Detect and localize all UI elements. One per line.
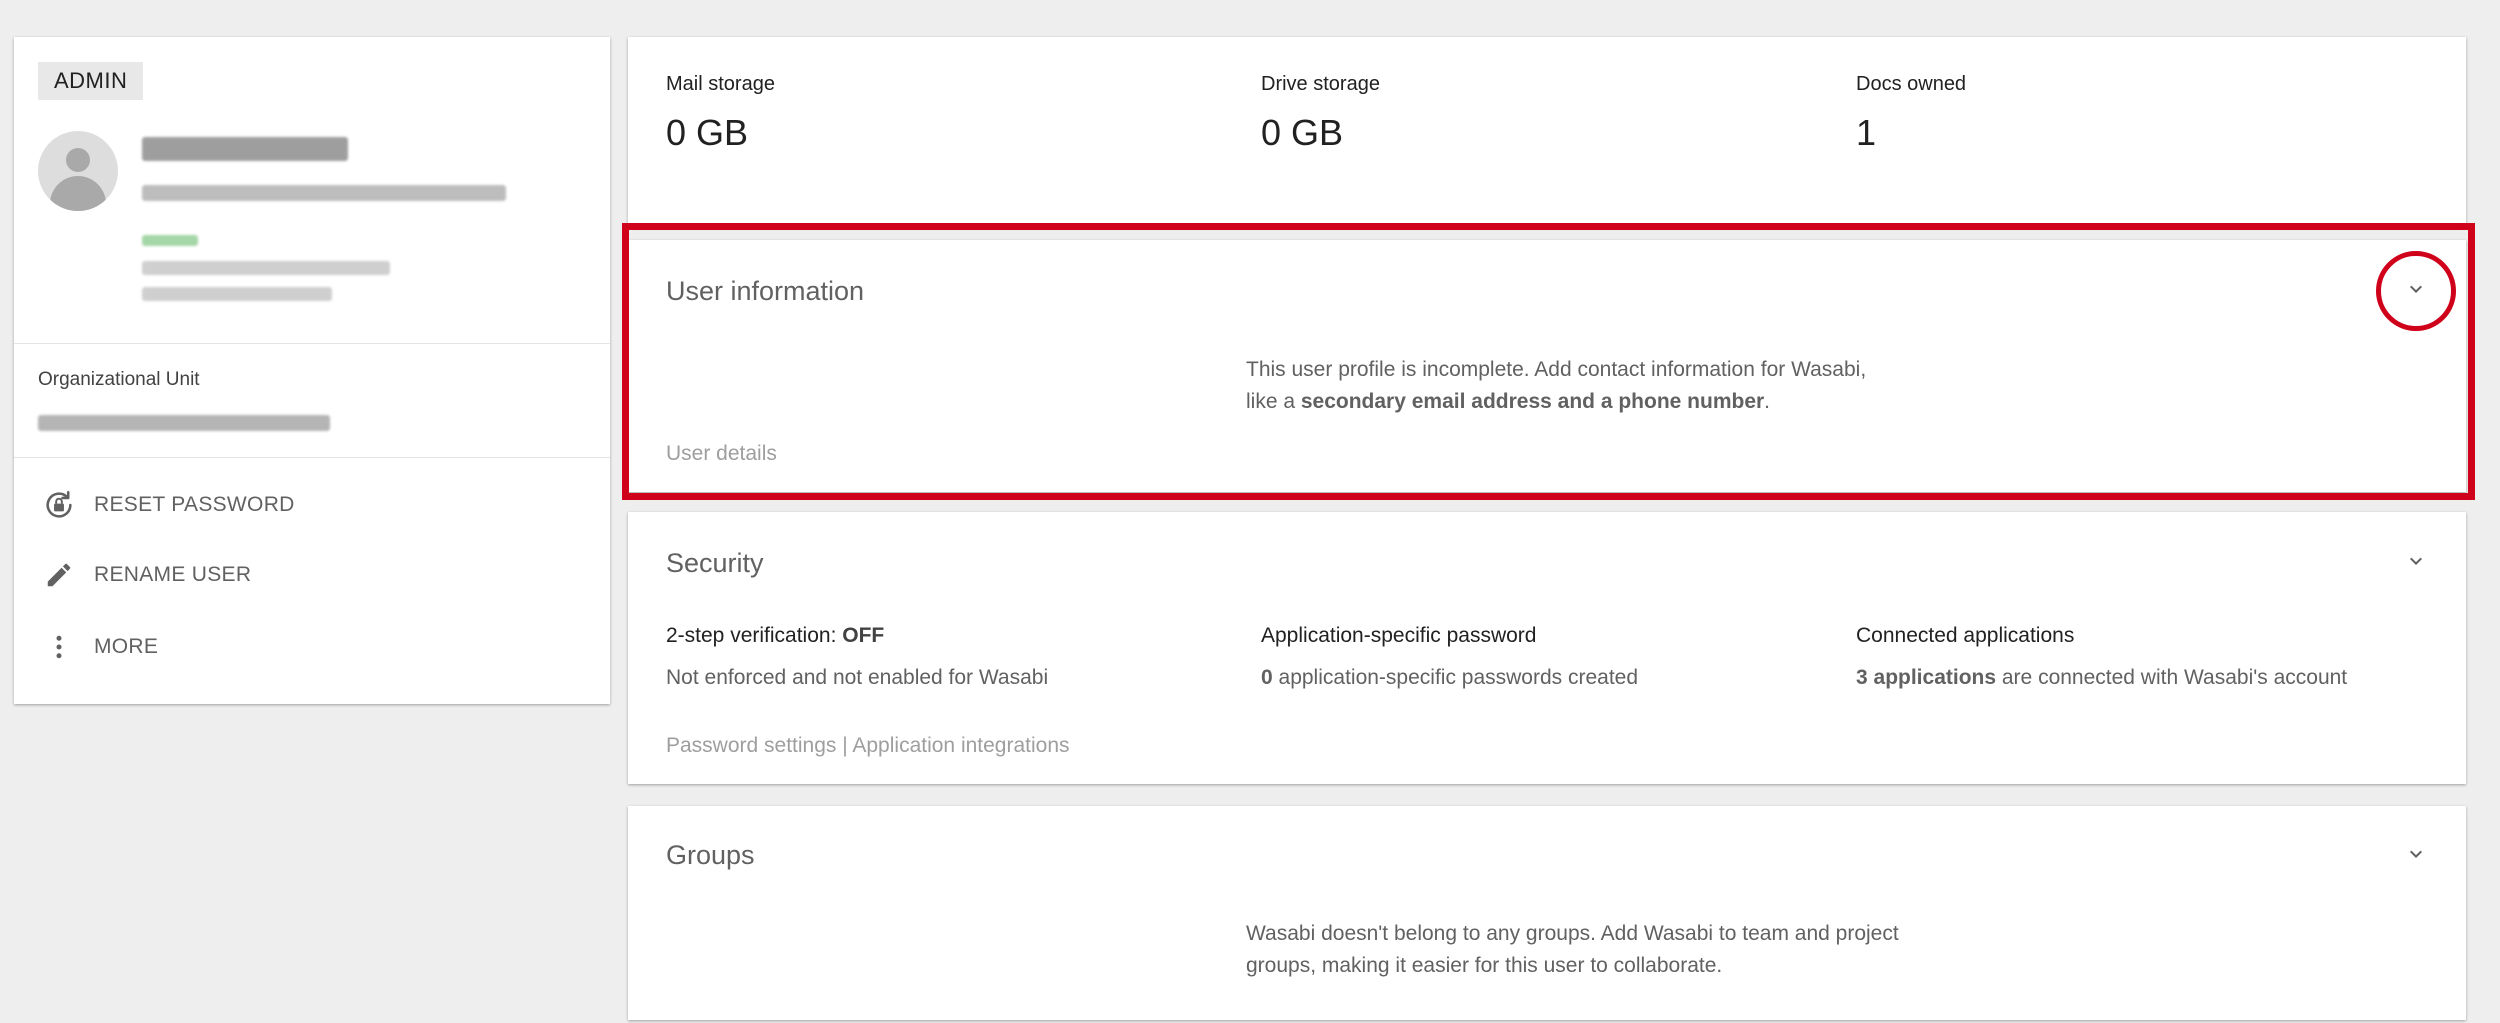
user-information-title: User information — [666, 276, 865, 306]
groups-expand-button[interactable] — [2396, 836, 2436, 876]
two-step-description: Not enforced and not enabled for Wasabi — [666, 666, 1049, 689]
user-information-expand-button[interactable] — [2396, 271, 2436, 311]
groups-empty-message: Wasabi doesn't belong to any groups. Add… — [1246, 922, 1899, 977]
user-information-card: User information This user profile is in… — [628, 240, 2466, 492]
groups-card: Groups Wasabi doesn't belong to any grou… — [628, 806, 2466, 1020]
app-password-description: 0 application-specific passwords created — [1261, 666, 1638, 690]
actions-divider — [14, 457, 610, 458]
security-title: Security — [666, 548, 764, 578]
connected-apps-text: are connected with Wasabi's account — [1996, 666, 2348, 689]
app-password-text: application-specific passwords created — [1272, 666, 1639, 689]
rename-user-button[interactable]: RENAME USER — [38, 555, 251, 595]
docs-owned-value: 1 — [1856, 112, 1877, 153]
rename-user-label: RENAME USER — [94, 563, 252, 586]
org-unit-label: Organizational Unit — [38, 369, 200, 390]
user-profile-card: ADMIN Organizational Unit RESET PASSWORD… — [14, 37, 610, 704]
mail-storage-stat: Mail storage 0 GB — [666, 73, 775, 154]
user-name-redacted — [142, 137, 348, 161]
security-expand-button[interactable] — [2396, 543, 2436, 583]
mail-storage-label: Mail storage — [666, 73, 775, 95]
two-step-label: 2-step verification: — [666, 624, 843, 647]
last-login-redacted — [142, 261, 390, 275]
drive-storage-stat: Drive storage 0 GB — [1261, 73, 1380, 154]
app-password-count: 0 — [1261, 666, 1273, 689]
reset-password-label: RESET PASSWORD — [94, 493, 295, 516]
avatar-head — [66, 148, 90, 172]
reset-password-button[interactable]: RESET PASSWORD — [38, 485, 295, 525]
app-specific-password: Application-specific password 0 applicat… — [1261, 624, 1638, 690]
docs-owned-stat: Docs owned 1 — [1856, 73, 1966, 154]
app-password-heading: Application-specific password — [1261, 624, 1537, 647]
two-step-verification: 2-step verification: OFF Not enforced an… — [666, 624, 1048, 690]
profile-divider — [14, 343, 610, 344]
more-button[interactable]: MORE — [38, 627, 158, 667]
admin-role-badge: ADMIN — [38, 62, 144, 100]
user-email-redacted — [142, 185, 506, 201]
connected-apps-count: 3 applications — [1856, 666, 1997, 689]
chevron-down-icon — [2404, 842, 2428, 871]
security-settings-links[interactable]: Password settings | Application integrat… — [666, 734, 1070, 758]
storage-stats-card: Mail storage 0 GB Drive storage 0 GB Doc… — [628, 37, 2466, 227]
lock-reset-icon — [38, 485, 80, 525]
created-date-redacted — [142, 287, 332, 301]
chevron-down-icon — [2404, 549, 2428, 578]
mail-storage-value: 0 GB — [666, 112, 749, 153]
drive-storage-label: Drive storage — [1261, 73, 1380, 95]
user-details-link[interactable]: User details — [666, 442, 777, 466]
avatar — [38, 131, 118, 211]
user-status-redacted — [142, 235, 198, 246]
drive-storage-value: 0 GB — [1261, 112, 1344, 153]
security-card: Security 2-step verification: OFF Not en… — [628, 512, 2466, 784]
chevron-down-icon — [2404, 277, 2428, 306]
two-step-status: OFF — [842, 624, 885, 647]
groups-title: Groups — [666, 840, 755, 870]
more-vert-icon — [38, 627, 80, 667]
more-label: MORE — [94, 635, 159, 658]
org-unit-value-redacted — [38, 415, 330, 431]
message-emphasis: secondary email address and a phone numb… — [1300, 390, 1765, 413]
connected-applications: Connected applications 3 applications ar… — [1856, 624, 2347, 690]
docs-owned-label: Docs owned — [1856, 73, 1967, 95]
pencil-icon — [38, 555, 80, 595]
two-step-heading: 2-step verification: OFF — [666, 624, 1048, 648]
message-end: . — [1764, 390, 1771, 413]
connected-apps-description: 3 applications are connected with Wasabi… — [1856, 666, 2347, 690]
connected-apps-heading: Connected applications — [1856, 624, 2075, 647]
incomplete-profile-message: This user profile is incomplete. Add con… — [1246, 354, 1886, 418]
avatar-shoulders — [50, 176, 106, 211]
